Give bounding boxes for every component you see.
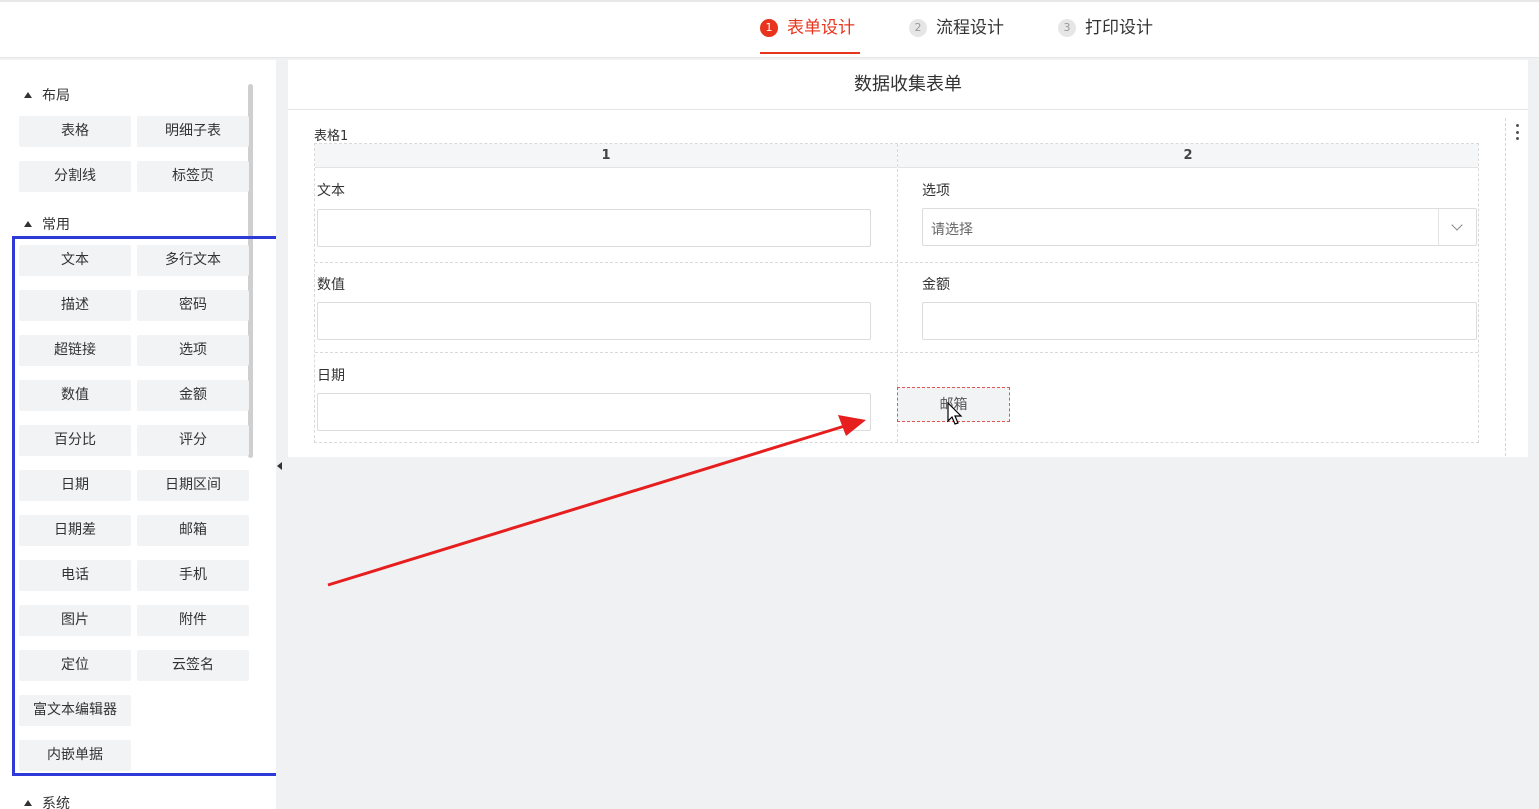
collapse-triangle-icon xyxy=(24,800,32,806)
date-input[interactable] xyxy=(317,393,871,431)
step-label: 流程设计 xyxy=(936,18,1004,38)
select-arrow[interactable] xyxy=(1438,209,1476,245)
field-label-option: 选项 xyxy=(922,183,950,199)
step-print-design[interactable]: 3 打印设计 xyxy=(1058,16,1168,54)
palette-item-tabs[interactable]: 标签页 xyxy=(137,161,249,192)
text-input[interactable] xyxy=(317,209,871,247)
palette-item-table[interactable]: 表格 xyxy=(19,116,131,147)
step-label: 打印设计 xyxy=(1085,18,1153,38)
section-common[interactable]: 常用 xyxy=(24,214,70,234)
option-select[interactable]: 请选择 xyxy=(922,208,1477,246)
palette-item-subtable[interactable]: 明细子表 xyxy=(137,116,249,147)
field-label-date: 日期 xyxy=(317,368,345,384)
row-divider xyxy=(315,262,1478,263)
highlight-box xyxy=(12,236,276,776)
collapse-triangle-icon xyxy=(24,221,32,227)
table-label: 表格1 xyxy=(314,129,349,144)
step-bar: 1 表单设计 2 流程设计 3 打印设计 xyxy=(0,0,1539,58)
component-palette: 布局 表格 明细子表 分割线 标签页 常用 文本 多行文本 描述 密码 超链接 … xyxy=(0,60,276,809)
number-input[interactable] xyxy=(317,302,871,340)
palette-item-divider[interactable]: 分割线 xyxy=(19,161,131,192)
collapse-triangle-icon xyxy=(24,92,32,98)
amount-input[interactable] xyxy=(922,302,1477,340)
section-system[interactable]: 系统 xyxy=(24,793,70,809)
select-placeholder: 请选择 xyxy=(931,222,973,238)
chevron-down-icon xyxy=(1451,219,1463,231)
column-header-2: 2 xyxy=(898,144,1478,168)
canvas-divider xyxy=(1505,118,1506,456)
section-title: 常用 xyxy=(42,217,70,233)
step-label: 表单设计 xyxy=(787,18,855,38)
step-number: 2 xyxy=(909,19,927,37)
drag-cursor-icon xyxy=(947,402,963,425)
step-number: 1 xyxy=(760,19,778,37)
section-layout[interactable]: 布局 xyxy=(24,85,70,105)
form-title: 数据收集表单 xyxy=(288,60,1528,110)
collapse-left-icon[interactable] xyxy=(277,462,282,470)
field-label-text: 文本 xyxy=(317,183,345,199)
step-flow-design[interactable]: 2 流程设计 xyxy=(909,16,1019,54)
step-form-design[interactable]: 1 表单设计 xyxy=(760,16,860,54)
step-number: 3 xyxy=(1058,19,1076,37)
more-vertical-icon[interactable] xyxy=(1516,124,1520,140)
field-label-number: 数值 xyxy=(317,277,345,293)
field-label-amount: 金额 xyxy=(922,277,950,293)
section-title: 布局 xyxy=(42,88,70,104)
section-title: 系统 xyxy=(42,796,70,809)
column-header-1: 1 xyxy=(315,144,897,168)
row-divider xyxy=(315,352,1478,353)
